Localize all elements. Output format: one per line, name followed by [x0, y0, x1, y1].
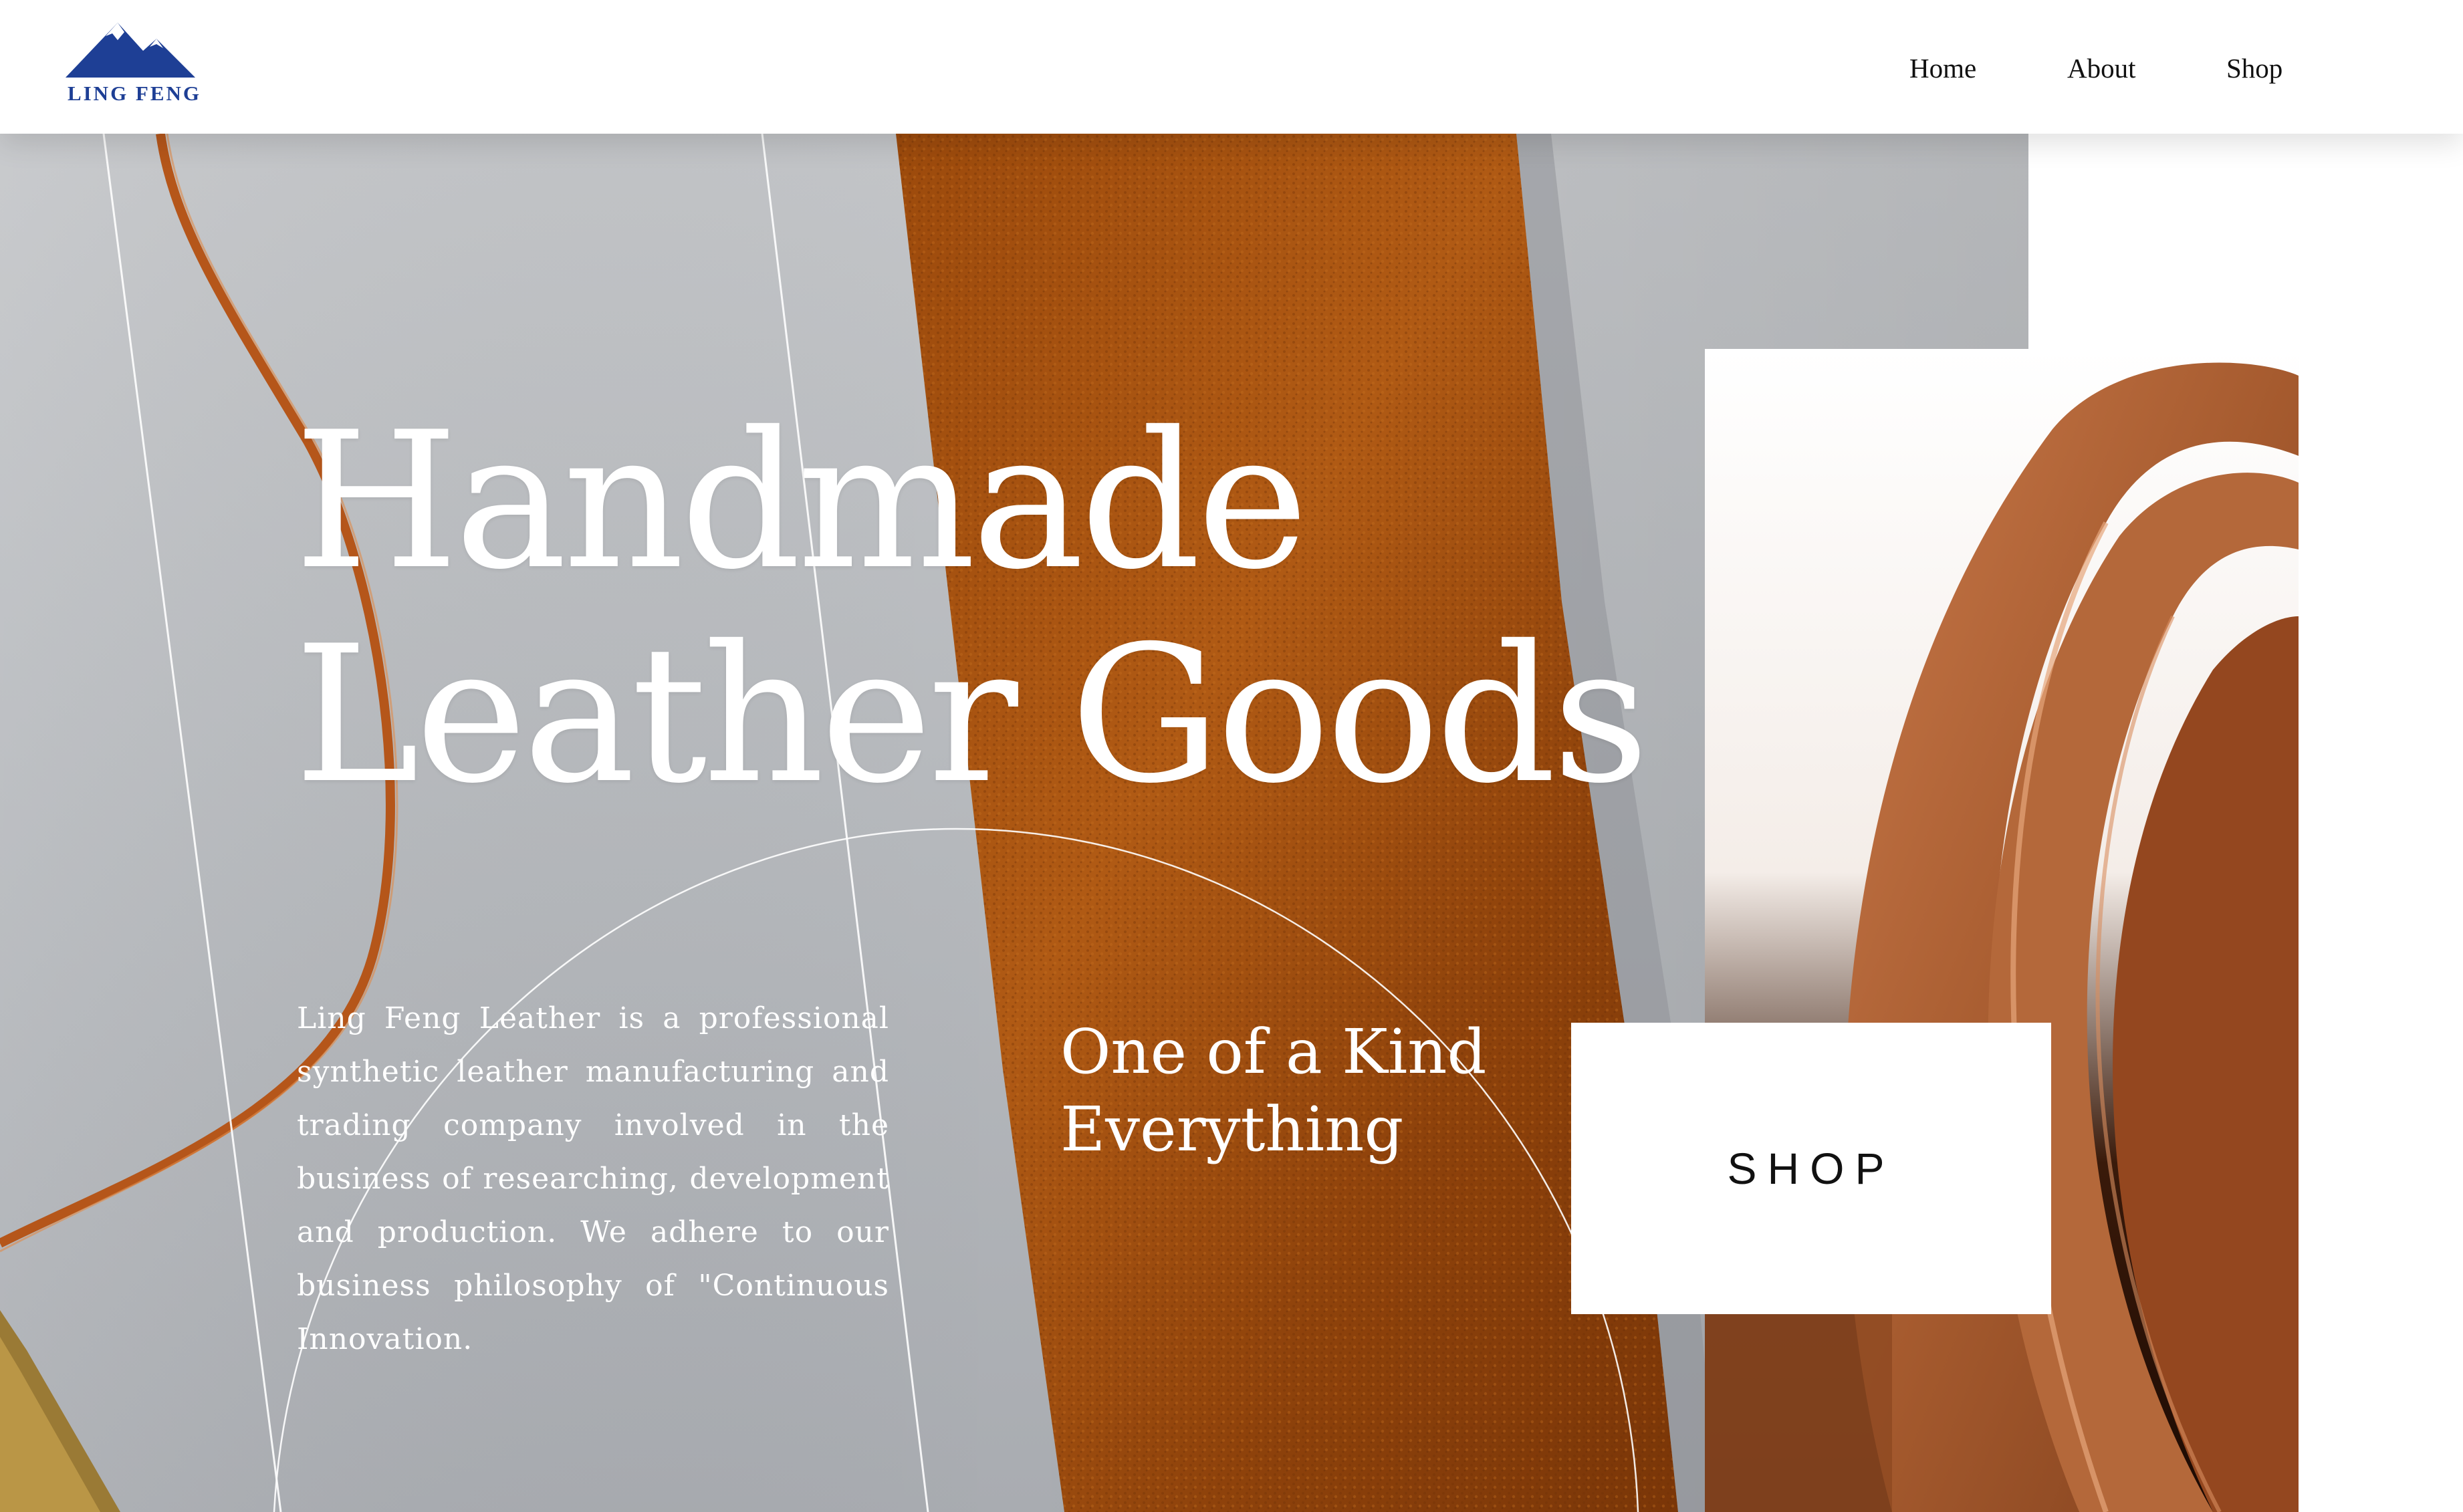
tagline-line-2: Everything — [1060, 1094, 1404, 1165]
hero-title-line-2: Leather Goods — [294, 605, 1649, 825]
tagline-line-1: One of a Kind — [1060, 1016, 1487, 1088]
hero-title-line-1: Handmade — [294, 391, 1308, 611]
shop-button[interactable]: SHOP — [1571, 1023, 2051, 1314]
nav-about[interactable]: About — [2067, 52, 2136, 84]
shop-cta-box: SHOP — [1571, 1023, 2051, 1314]
brand-name: LING FENG — [67, 82, 202, 105]
leather-coil-image — [1705, 349, 2299, 1512]
hero-title: Handmade Leather Goods — [294, 391, 1649, 825]
nav-shop[interactable]: Shop — [2226, 52, 2282, 84]
nav-home[interactable]: Home — [1909, 52, 1976, 84]
hero-tagline: One of a Kind Everything — [1060, 1013, 1528, 1168]
site-header: LING FENG Home About Shop — [0, 0, 2463, 134]
leather-coil-photo — [1705, 349, 2299, 1512]
hero-description: Ling Feng Leather is a professional synt… — [297, 1001, 889, 1356]
mountain-icon — [66, 23, 195, 78]
brand-logo[interactable]: LING FENG — [64, 20, 205, 105]
